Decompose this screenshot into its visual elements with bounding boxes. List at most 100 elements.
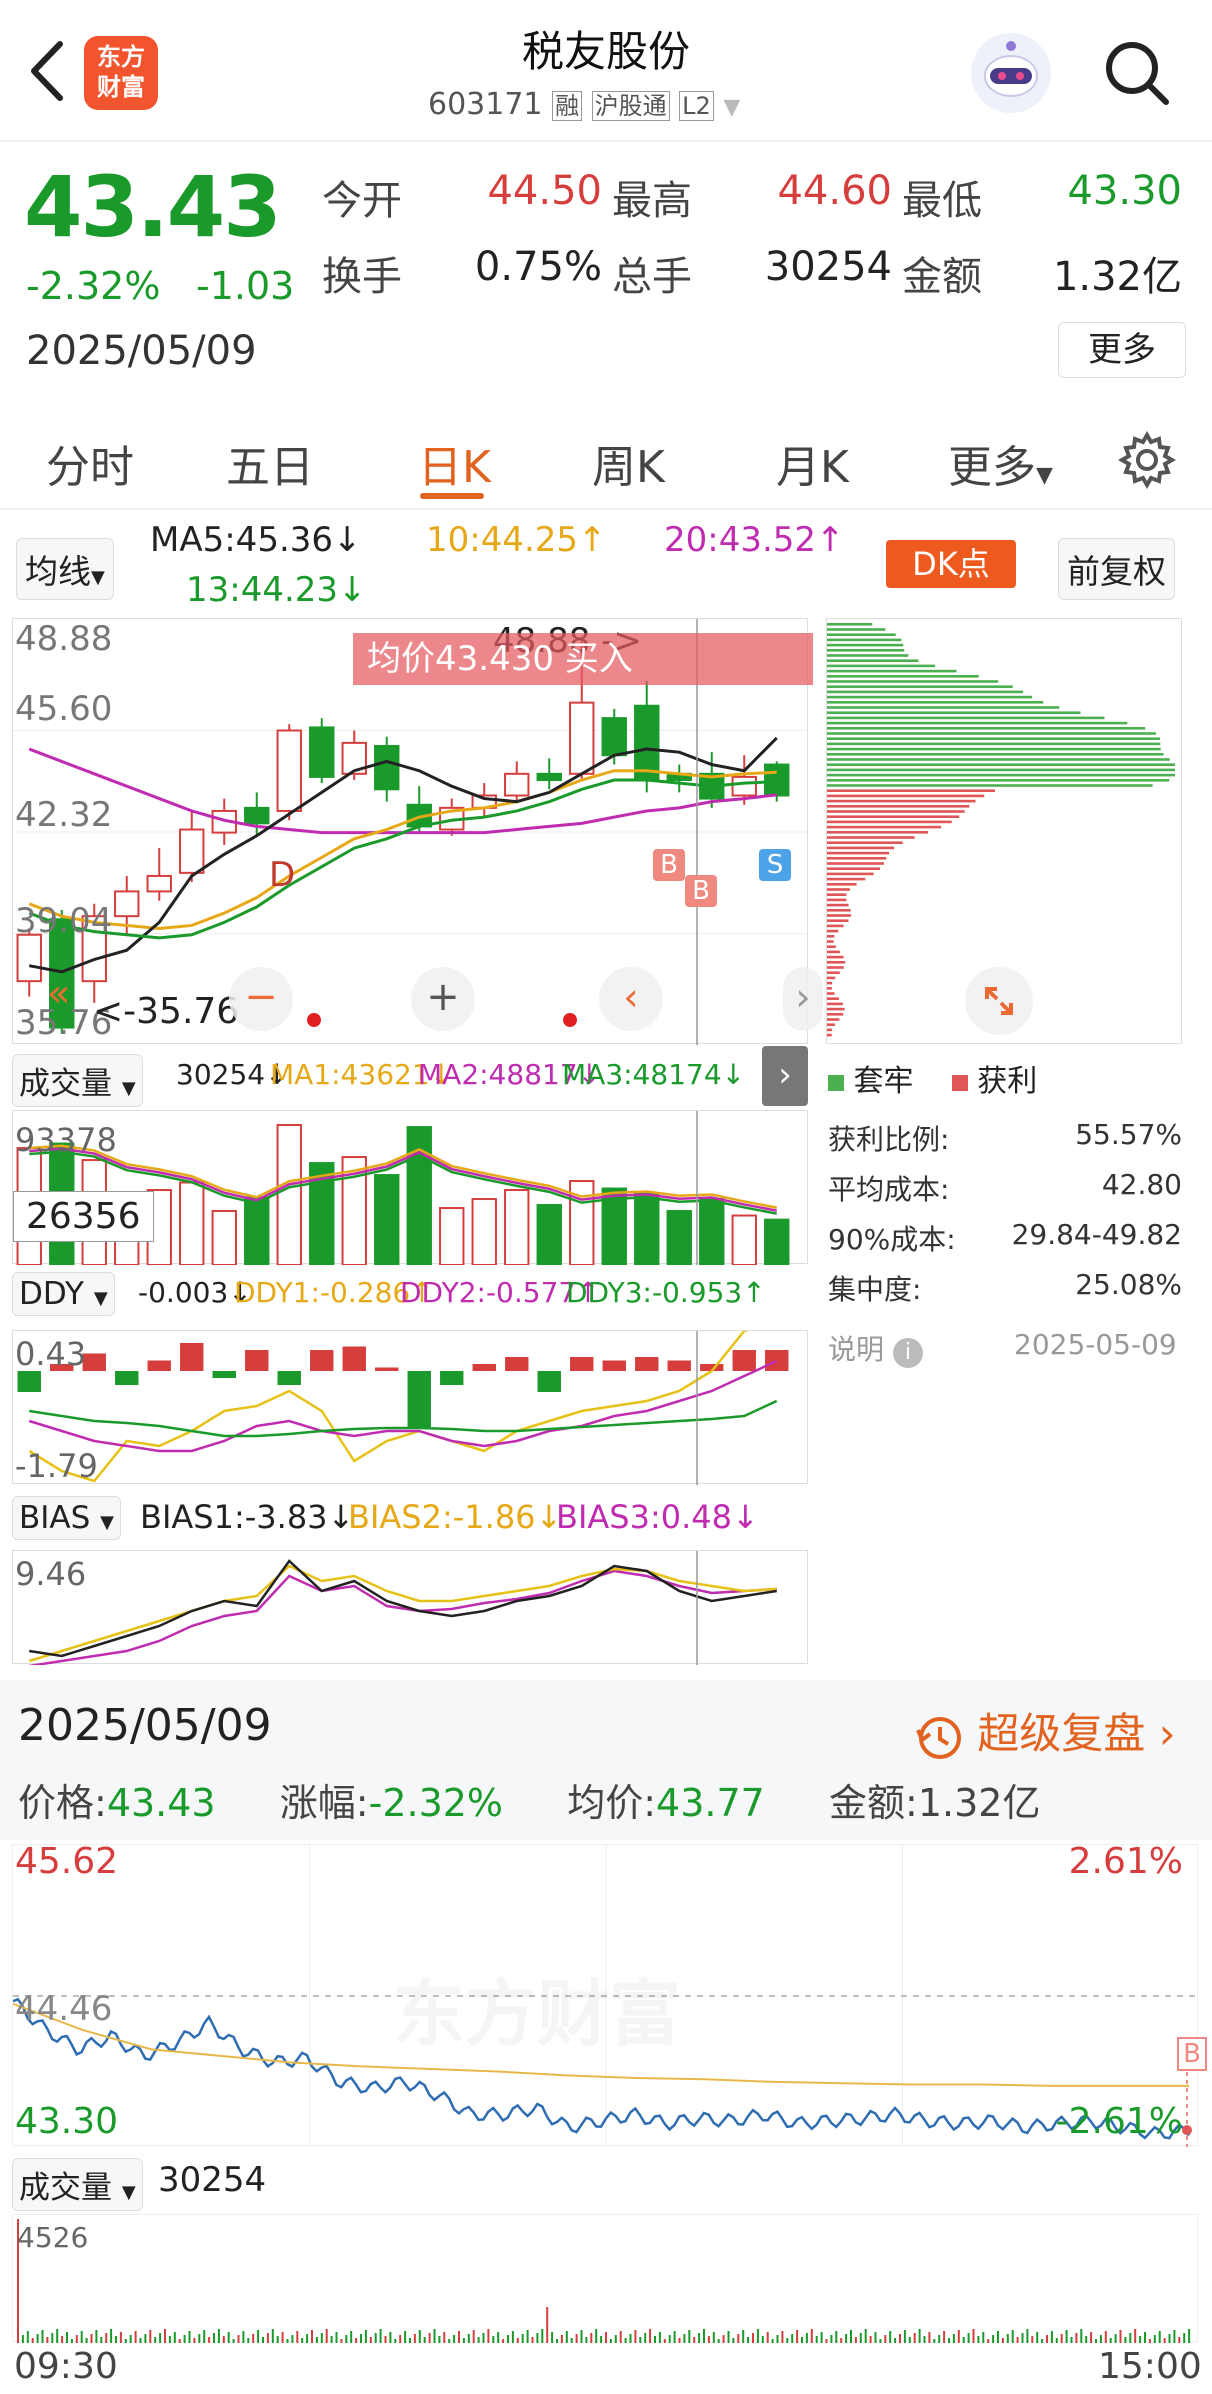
intraday-volume-bar	[286, 2339, 289, 2343]
intraday-volume-bar	[752, 2333, 754, 2343]
chip-note[interactable]: 说明 i	[828, 1328, 923, 1368]
candle-body	[731, 775, 757, 797]
chip-bar	[827, 820, 952, 824]
chip-bar	[827, 732, 1156, 735]
intraday-volume-bar	[129, 2335, 132, 2343]
indicator-select-ma[interactable]: 均线▼	[16, 538, 114, 600]
intraday-volume-bar	[46, 2337, 49, 2343]
chip-bar	[827, 966, 844, 969]
intraday-chart[interactable]: 东方财富 45.62 44.46 43.30 2.61% -2.61% B	[12, 1841, 1207, 2147]
chip-bar	[827, 851, 890, 855]
bias-chart[interactable]: 9.46	[12, 1550, 808, 1668]
dk-point-button[interactable]: DK点	[886, 540, 1016, 588]
rewind-icon[interactable]: «	[47, 971, 70, 1015]
intraday-volume-bar	[923, 2336, 926, 2343]
chip-bar	[827, 690, 1024, 694]
intraday-volume-bar	[1001, 2338, 1004, 2343]
intraday-volume-bar	[203, 2330, 206, 2343]
indicator-select-bias[interactable]: BIAS ▼	[12, 1496, 121, 1540]
stat-value: 30254	[764, 244, 892, 290]
collapse-panel-button[interactable]: ›	[762, 1046, 808, 1106]
zoom-out-button[interactable]: −	[229, 967, 293, 1031]
tab-timeshare[interactable]: 分时	[46, 431, 134, 495]
intraday-volume-bar	[193, 2338, 196, 2343]
ddy-chart[interactable]: 0.43 -1.79	[12, 1319, 808, 1485]
adjust-select[interactable]: 前复权	[1058, 538, 1175, 600]
intraday-volume-bar	[51, 2333, 54, 2343]
intraday-buy-marker: B	[1177, 2037, 1207, 2071]
intraday-volume-bar	[364, 2330, 367, 2343]
tab-monthly-k[interactable]: 月K	[776, 431, 849, 495]
chip-bar	[827, 914, 851, 917]
ddy-bar	[375, 1367, 399, 1371]
indicator-select-volume[interactable]: 成交量 ▼	[12, 1054, 143, 1107]
search-icon[interactable]	[1102, 38, 1172, 108]
tab-more[interactable]: 更多▼	[948, 431, 1053, 495]
intraday-volume-bar	[869, 2336, 872, 2343]
chip-bar	[827, 623, 873, 626]
chip-bar	[827, 784, 1153, 787]
chip-bar	[827, 857, 887, 860]
intraday-volume-bar	[889, 2331, 892, 2343]
super-replay-link[interactable]: 超级复盘 ›	[914, 1700, 1176, 1762]
gear-icon[interactable]	[1117, 430, 1177, 490]
chip-bar	[827, 747, 1161, 751]
intraday-volume-bar	[262, 2337, 264, 2343]
intraday-volume-bar	[90, 2334, 93, 2343]
more-button[interactable]: 更多	[1058, 322, 1186, 378]
quote-price: 43.43	[24, 158, 282, 256]
badge-l2: L2	[679, 91, 714, 121]
intraday-volume-bar	[1006, 2334, 1009, 2343]
intraday-volume-bar	[732, 2338, 735, 2343]
scroll-left-button[interactable]: ‹	[599, 967, 663, 1031]
intraday-volume-bar	[340, 2339, 343, 2343]
tab-weekly-k[interactable]: 周K	[592, 431, 665, 495]
volume-bar	[211, 1210, 237, 1267]
ddy-bar	[115, 1371, 139, 1385]
assistant-avatar[interactable]	[968, 30, 1054, 116]
chip-bar	[827, 945, 836, 948]
intraday-volume-bar	[590, 2333, 593, 2343]
intraday-volume-bar	[360, 2334, 362, 2343]
intraday-volume-bar	[536, 2333, 539, 2343]
intraday-volume-bar	[786, 2338, 789, 2343]
intraday-volume-bar	[565, 2331, 568, 2343]
period-tabs: 分时 五日 日K 周K 月K 更多▼	[0, 405, 1212, 510]
intraday-volume-bar	[766, 2332, 769, 2343]
intraday-volume-bar	[1085, 2336, 1088, 2343]
candle-body	[536, 772, 562, 782]
indicator-select-ddy[interactable]: DDY ▼	[12, 1272, 115, 1316]
intraday-volume-bar	[369, 2337, 372, 2343]
intraday-volume-bar	[448, 2339, 451, 2343]
dropdown-triangle-icon[interactable]: ▼	[723, 95, 740, 120]
quote-stats: 今开 44.50 最高 44.60 最低 43.30 换手 0.75% 总手 30254 金额 1.3…	[322, 168, 1192, 308]
chip-bar	[827, 831, 929, 834]
chip-stat-value: 25.08%	[1075, 1268, 1182, 1301]
chip-distribution[interactable]	[826, 618, 1182, 1044]
intraday-volume-bar	[95, 2330, 98, 2343]
expand-icon[interactable]	[965, 967, 1033, 1035]
chip-bar	[827, 1033, 832, 1037]
intraday-volume-bar	[213, 2333, 215, 2343]
tab-five-day[interactable]: 五日	[226, 431, 314, 495]
intraday-volume-bar	[761, 2336, 764, 2343]
ddy-y-bottom: -1.79	[15, 1447, 98, 1485]
zoom-in-button[interactable]: +	[411, 967, 475, 1031]
volume-chart[interactable]: 93378 26356	[12, 1110, 808, 1267]
chip-bar	[827, 1007, 845, 1011]
intraday-volume-bar	[1016, 2337, 1019, 2343]
intraday-volume-bar	[511, 2331, 514, 2343]
signal-s-marker: S	[759, 849, 791, 881]
intraday-volume-select[interactable]: 成交量 ▼	[12, 2158, 143, 2211]
intraday-volume-chart[interactable]: 4526	[12, 2214, 1198, 2343]
intraday-volume-bar	[575, 2334, 578, 2343]
intraday-volume-bar	[781, 2331, 784, 2343]
bias1-value: BIAS1:-3.83↓	[140, 1498, 355, 1536]
bias-svg	[28, 1551, 777, 1668]
intraday-volume-bar	[384, 2336, 387, 2343]
chip-bar	[827, 815, 960, 818]
tab-daily-k[interactable]: 日K	[418, 431, 491, 495]
scroll-right-button[interactable]: ›	[783, 967, 823, 1031]
kline-chart[interactable]: 48.88 45.60 42.32 39.04 35.76 48.88 -> <…	[12, 618, 823, 1045]
volume-bar	[504, 1189, 530, 1266]
